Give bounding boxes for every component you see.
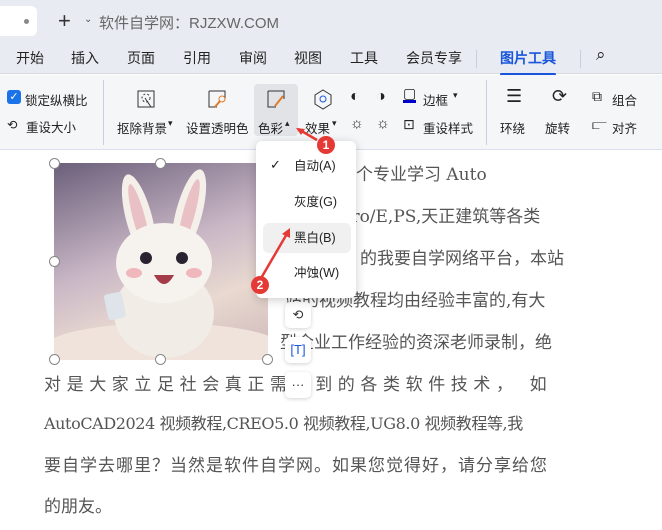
doc-line: 的朋友。 xyxy=(44,497,112,517)
effects-icon xyxy=(314,89,332,110)
chevron-down-icon[interactable]: ⌄ xyxy=(84,14,92,25)
rotate-icon: ⟳ xyxy=(552,86,568,106)
tab-review[interactable]: 审阅 xyxy=(239,48,267,68)
set-transparent-icon xyxy=(208,90,226,108)
tab-page[interactable]: 页面 xyxy=(127,48,155,68)
lock-ratio-label: 锁定纵横比 xyxy=(25,94,88,108)
reset-size-button[interactable]: 重设大小 xyxy=(26,117,76,136)
resize-handle[interactable] xyxy=(155,158,166,169)
tab-member[interactable]: 会员专享 xyxy=(406,48,462,68)
annotation-arrows xyxy=(258,127,318,281)
chevron-down-icon: ▾ xyxy=(453,90,458,100)
resize-handle[interactable] xyxy=(49,158,60,169)
annotation-badge-1: 1 xyxy=(317,136,335,154)
document-tab[interactable] xyxy=(0,6,37,36)
title-bar: + ⌄ 软件自学网：RJZXW.COM xyxy=(0,0,662,42)
resize-handle[interactable] xyxy=(49,256,60,267)
remove-background-button[interactable]: 抠除背景 xyxy=(117,118,167,137)
increase-contrast-icon[interactable]: ◐ xyxy=(350,88,360,106)
doc-line: 的我要自学网络平台，本站 xyxy=(360,249,564,269)
resize-handle[interactable] xyxy=(49,354,60,365)
chevron-down-icon: ▾ xyxy=(168,118,173,128)
wrap-icon: ☰ xyxy=(506,86,523,106)
tab-start[interactable]: 开始 xyxy=(16,48,44,68)
group-button[interactable]: 组合 xyxy=(612,90,637,109)
tab-picture-tools[interactable]: 图片工具 xyxy=(500,48,556,76)
window-title: 软件自学网：RJZXW.COM xyxy=(99,15,279,32)
annotation-badge-2: 2 xyxy=(251,276,269,294)
decrease-brightness-icon[interactable]: ☼ xyxy=(376,115,390,132)
new-tab-plus-icon[interactable]: + xyxy=(58,8,71,34)
doc-line: 要自学去哪里？当然是软件自学网。如果您觉得好，请分享给您 xyxy=(44,456,548,476)
tab-tools[interactable]: 工具 xyxy=(350,48,378,68)
reset-style-icon: ⊡ xyxy=(403,116,415,132)
rotate-button[interactable]: 旋转 xyxy=(545,118,570,137)
reset-style-button[interactable]: 重设样式 xyxy=(423,118,473,137)
lock-ratio-checkbox[interactable]: ✓ xyxy=(7,90,21,104)
extract-text-float-button[interactable]: [T] xyxy=(285,337,311,363)
border-button[interactable]: 边框 xyxy=(423,90,448,109)
unsaved-dot-icon xyxy=(24,19,29,24)
tab-reference[interactable]: 引用 xyxy=(183,48,211,68)
group-icon: ⧉ xyxy=(592,88,602,104)
more-float-button[interactable]: ··· xyxy=(285,372,311,398)
resize-handle[interactable] xyxy=(155,354,166,365)
doc-line: 型企业工作经验的资深老师录制，绝 xyxy=(280,333,552,353)
search-icon[interactable]: ⌕ xyxy=(596,45,606,65)
reset-size-icon[interactable]: ⟲ xyxy=(7,117,17,132)
menu-bar: 开始 插入 页面 引用 审阅 视图 工具 会员专享 图片工具 ⌕ xyxy=(0,42,662,76)
bunny-picture[interactable] xyxy=(54,163,268,360)
wrap-button[interactable]: 环绕 xyxy=(500,118,525,137)
doc-line: AutoCAD2024 视频教程,CREO5.0 视频教程,UG8.0 视频教程… xyxy=(44,414,523,433)
border-icon: ▢ xyxy=(403,85,417,103)
tab-insert[interactable]: 插入 xyxy=(71,48,99,68)
align-button[interactable]: 对齐 xyxy=(612,118,637,137)
tab-view[interactable]: 视图 xyxy=(294,48,322,68)
color-icon xyxy=(267,90,285,108)
align-icon: ⫍ xyxy=(592,116,607,132)
decrease-contrast-icon[interactable]: ◑ xyxy=(376,88,386,106)
doc-line: Pro/E,PS,天正建筑等各类 xyxy=(340,207,541,227)
rotate-float-button[interactable]: ⟲ xyxy=(285,302,311,328)
resize-handle[interactable] xyxy=(262,354,273,365)
remove-background-icon xyxy=(137,90,155,108)
